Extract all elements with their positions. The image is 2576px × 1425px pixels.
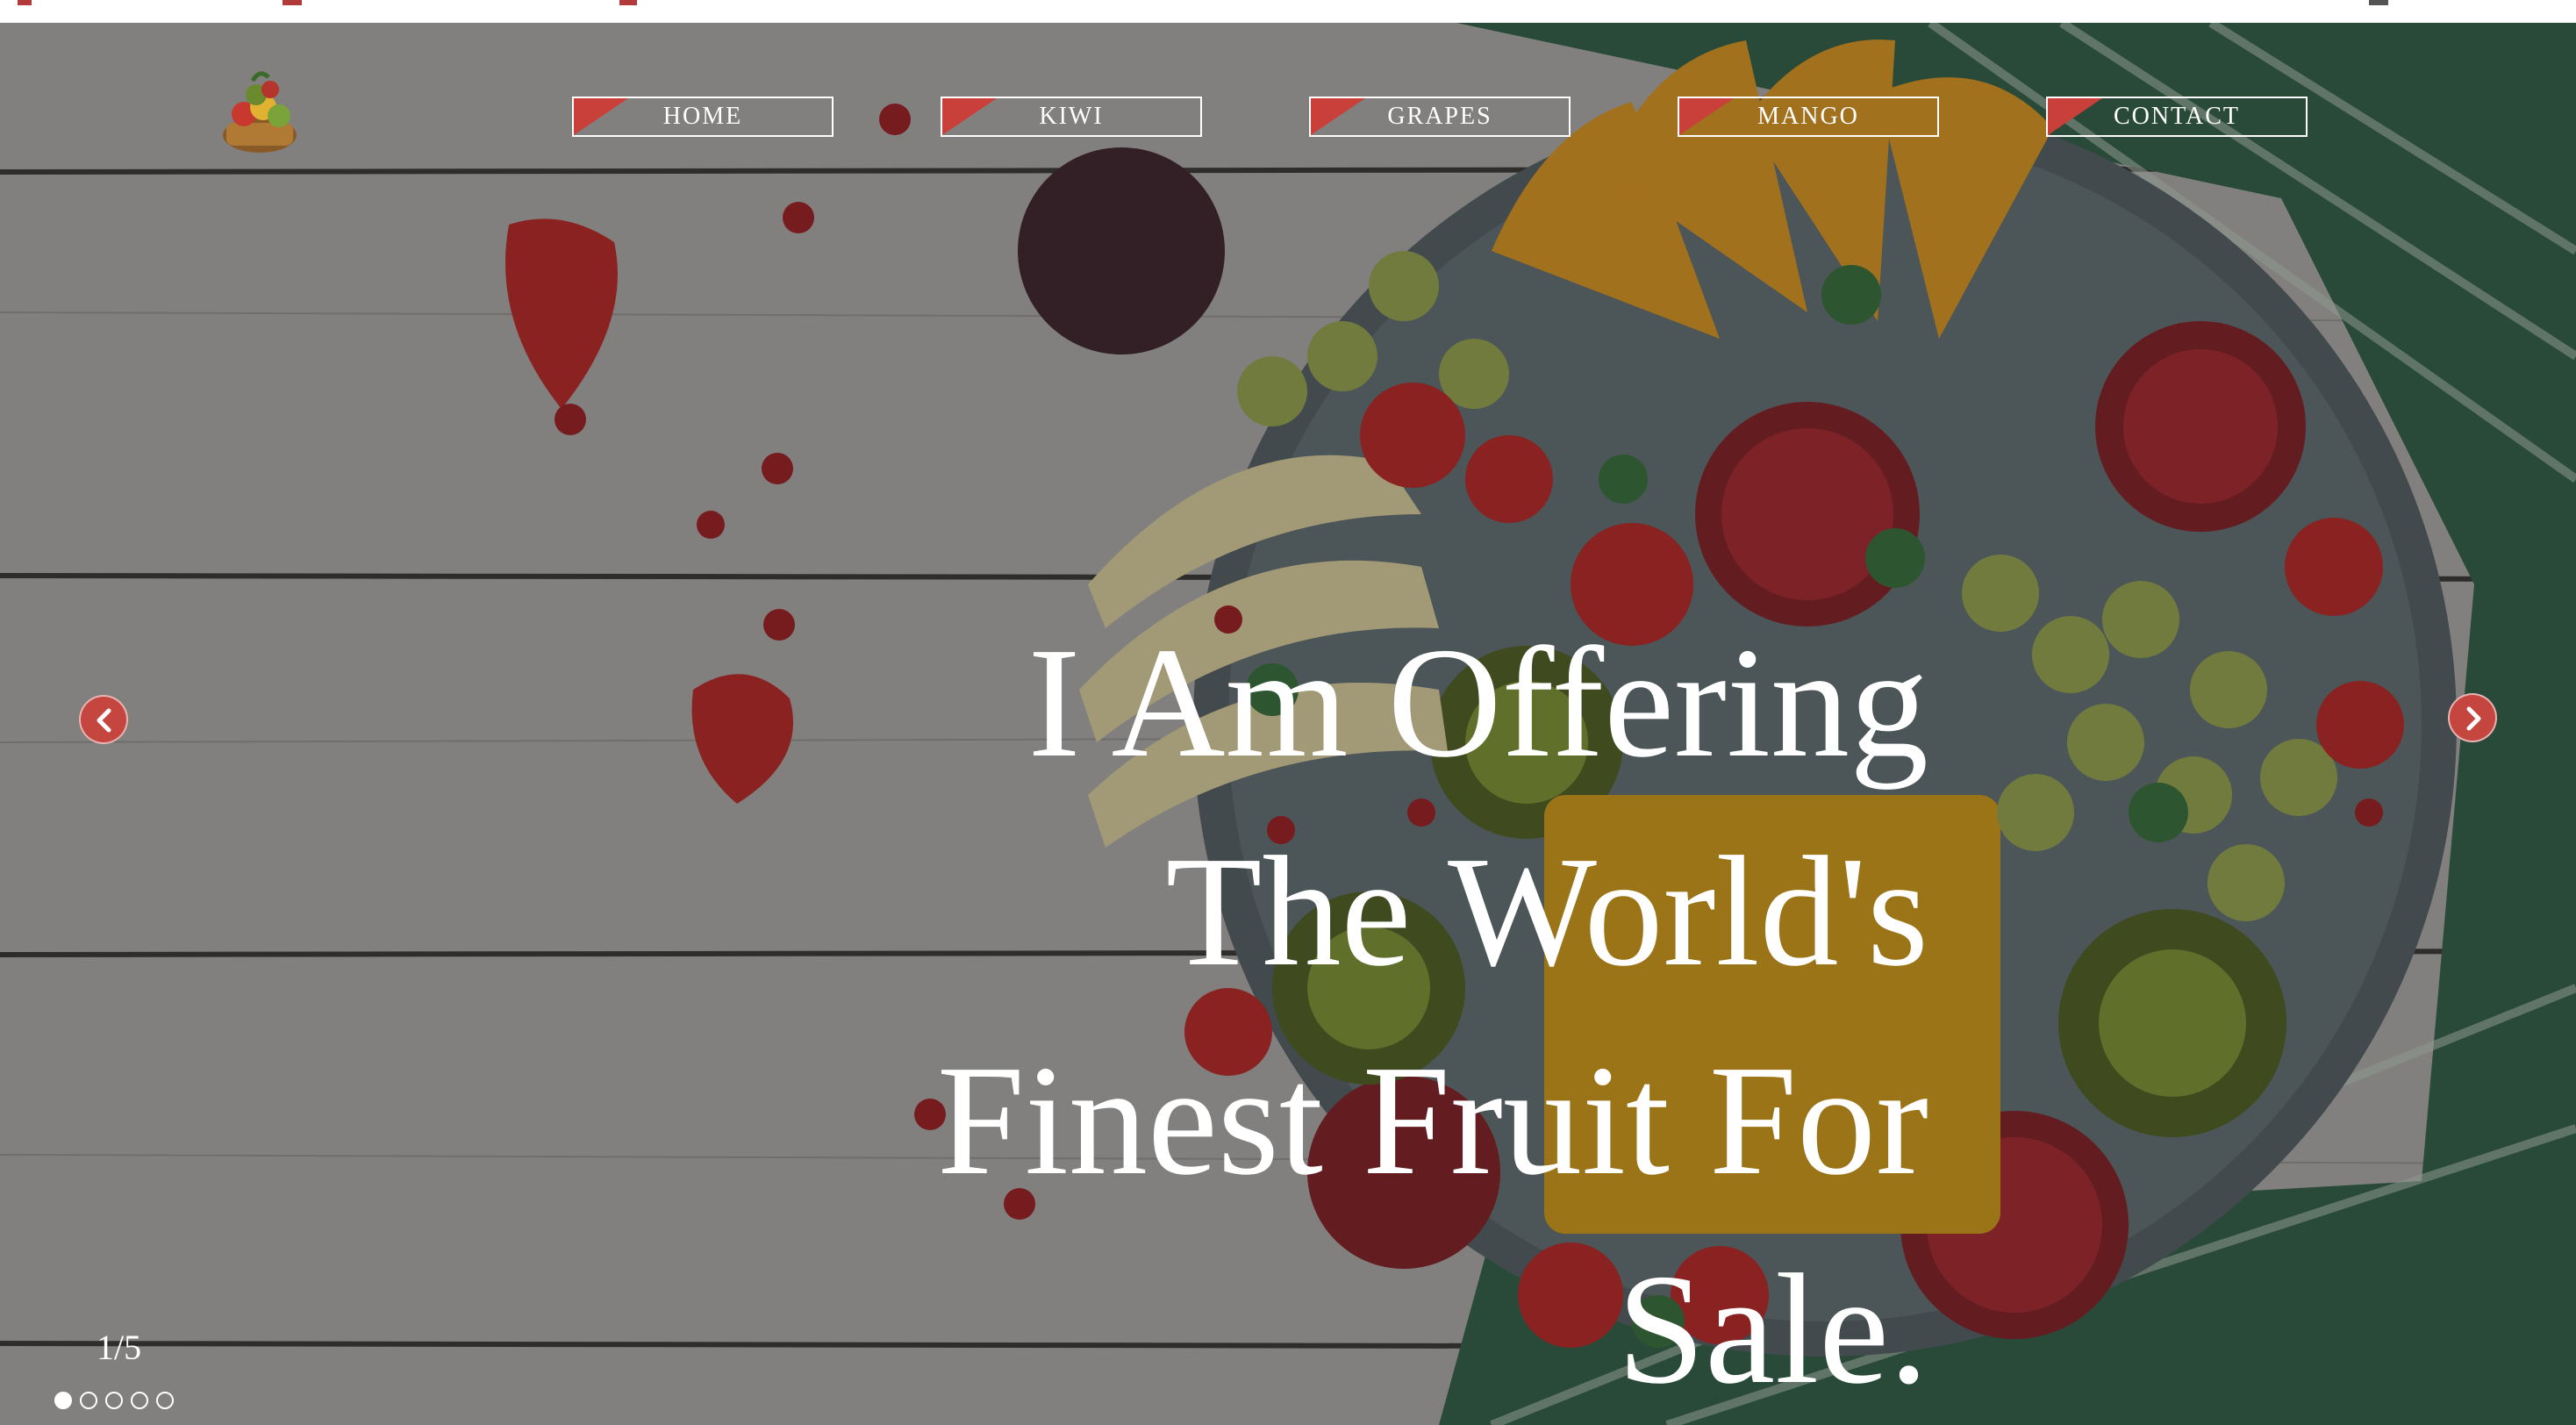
nav-mango-label: MANGO bbox=[1757, 103, 1859, 130]
nav-grapes[interactable]: GRAPES bbox=[1309, 97, 1571, 137]
nav-flag bbox=[1311, 98, 1365, 135]
headline-line: The World's bbox=[1165, 824, 1928, 999]
slider-dot-5[interactable] bbox=[156, 1392, 174, 1409]
nav-kiwi-label: KIWI bbox=[1039, 103, 1104, 130]
nav-contact-label: CONTACT bbox=[2114, 103, 2240, 130]
nav-contact[interactable]: CONTACT bbox=[2046, 97, 2308, 137]
slider-dot-1[interactable] bbox=[54, 1392, 72, 1409]
nav-mango[interactable]: MANGO bbox=[1678, 97, 1939, 137]
fruit-basket-icon[interactable] bbox=[218, 68, 302, 160]
nav-home[interactable]: HOME bbox=[572, 97, 834, 137]
slider-dot-3[interactable] bbox=[105, 1392, 123, 1409]
nav-flag bbox=[1679, 98, 1734, 135]
chevron-right-icon bbox=[2466, 706, 2481, 731]
slider-next-button[interactable] bbox=[2448, 693, 2497, 742]
hero-slider: HOME KIWI GRAPES MANGO CONTACT I Am Offe… bbox=[0, 23, 2576, 1425]
chevron-left-icon bbox=[97, 708, 111, 733]
top-strip-mark bbox=[18, 0, 32, 5]
headline-line: Finest Fruit For bbox=[936, 1033, 1928, 1207]
slider-pagination bbox=[54, 1392, 174, 1409]
slider-dot-2[interactable] bbox=[80, 1392, 97, 1409]
top-strip-mark bbox=[283, 0, 302, 5]
hero-headline: I Am Offering The World's Finest Fruit F… bbox=[700, 598, 1928, 1425]
nav-kiwi[interactable]: KIWI bbox=[941, 97, 1202, 137]
slide-counter: 1/5 bbox=[97, 1328, 142, 1367]
nav-home-label: HOME bbox=[662, 103, 743, 130]
top-strip bbox=[0, 0, 2576, 23]
nav-flag bbox=[2048, 98, 2102, 135]
headline-line: I Am Offering bbox=[1027, 615, 1928, 790]
slider-prev-button[interactable] bbox=[79, 695, 128, 744]
headline-line: Sale. bbox=[1617, 1242, 1928, 1416]
slider-dot-4[interactable] bbox=[131, 1392, 148, 1409]
nav-flag bbox=[942, 98, 997, 135]
nav-grapes-label: GRAPES bbox=[1387, 103, 1492, 130]
nav-flag bbox=[574, 98, 628, 135]
top-strip-mark bbox=[619, 0, 637, 5]
top-strip-mark bbox=[2369, 0, 2388, 5]
